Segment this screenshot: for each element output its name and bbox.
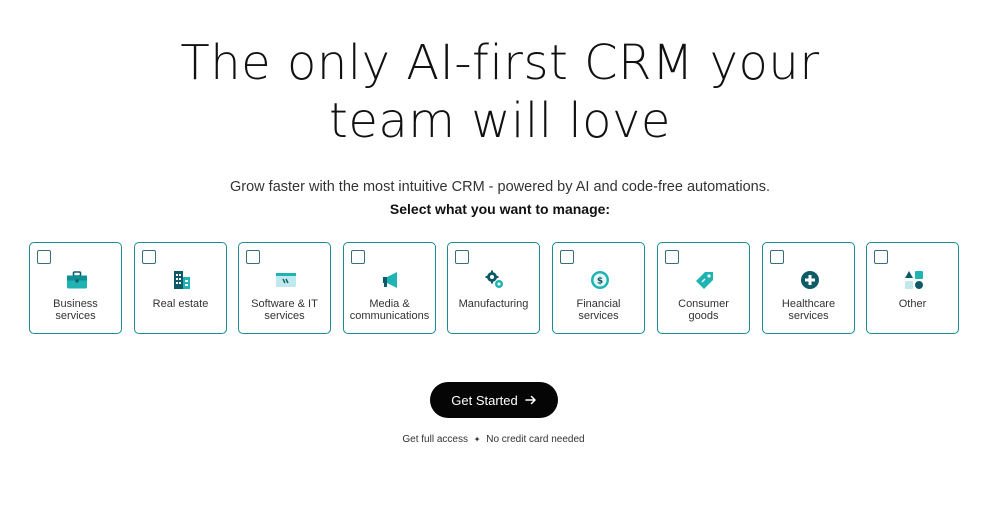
get-started-button[interactable]: Get Started [430,382,558,418]
briefcase-icon [67,271,87,289]
checkbox[interactable] [770,250,784,264]
option-real-estate[interactable]: Real estate [134,242,227,334]
industry-options: Business services Real estate Software &… [29,242,969,334]
checkbox[interactable] [142,250,156,264]
footnote: Get full access ✦ No credit card needed [0,434,987,445]
option-label: Consumer goods [678,298,729,322]
hero-title: The only AI-first CRM your team will lov… [0,34,1000,150]
option-software-it-services[interactable]: Software & IT services [238,242,331,334]
option-media-communications[interactable]: Media & communications [343,242,436,334]
building-icon [174,271,190,289]
checkbox[interactable] [455,250,469,264]
option-label: Manufacturing [458,298,529,310]
hero-title-line-2: team will love [329,93,671,149]
medical-cross-icon [801,271,819,289]
option-label: Media & communications [349,298,430,322]
option-other[interactable]: Other [866,242,959,334]
code-window-icon [276,273,296,287]
option-manufacturing[interactable]: Manufacturing [447,242,540,334]
option-label: Financial services [576,298,621,322]
shapes-icon [905,271,923,289]
option-label: Healthcare services [781,298,836,322]
checkbox[interactable] [351,250,365,264]
checkbox[interactable] [246,250,260,264]
hero-title-line-1: The only AI-first CRM your [180,35,820,91]
price-tag-icon [696,272,713,289]
option-consumer-goods[interactable]: Consumer goods [657,242,750,334]
dollar-coin-icon: $ [591,271,609,289]
option-label: Business services [53,298,98,322]
option-label: Software & IT services [251,298,318,322]
megaphone-icon [383,272,397,288]
sparkle-icon: ✦ [473,435,481,444]
checkbox[interactable] [37,250,51,264]
footnote-right: No credit card needed [486,434,585,445]
option-label: Other [898,298,927,310]
get-started-label: Get Started [451,392,518,408]
svg-text:$: $ [597,277,603,287]
option-healthcare-services[interactable]: Healthcare services [762,242,855,334]
option-label: Real estate [152,298,209,310]
arrow-right-icon [524,395,536,405]
checkbox[interactable] [874,250,888,264]
option-business-services[interactable]: Business services [29,242,122,334]
hero-subtitle: Grow faster with the most intuitive CRM … [230,179,770,195]
select-prompt: Select what you want to manage: [389,201,611,217]
checkbox[interactable] [665,250,679,264]
footnote-left: Get full access [402,434,468,445]
gears-icon [485,270,503,288]
checkbox[interactable] [560,250,574,264]
option-financial-services[interactable]: $ Financial services [552,242,645,334]
